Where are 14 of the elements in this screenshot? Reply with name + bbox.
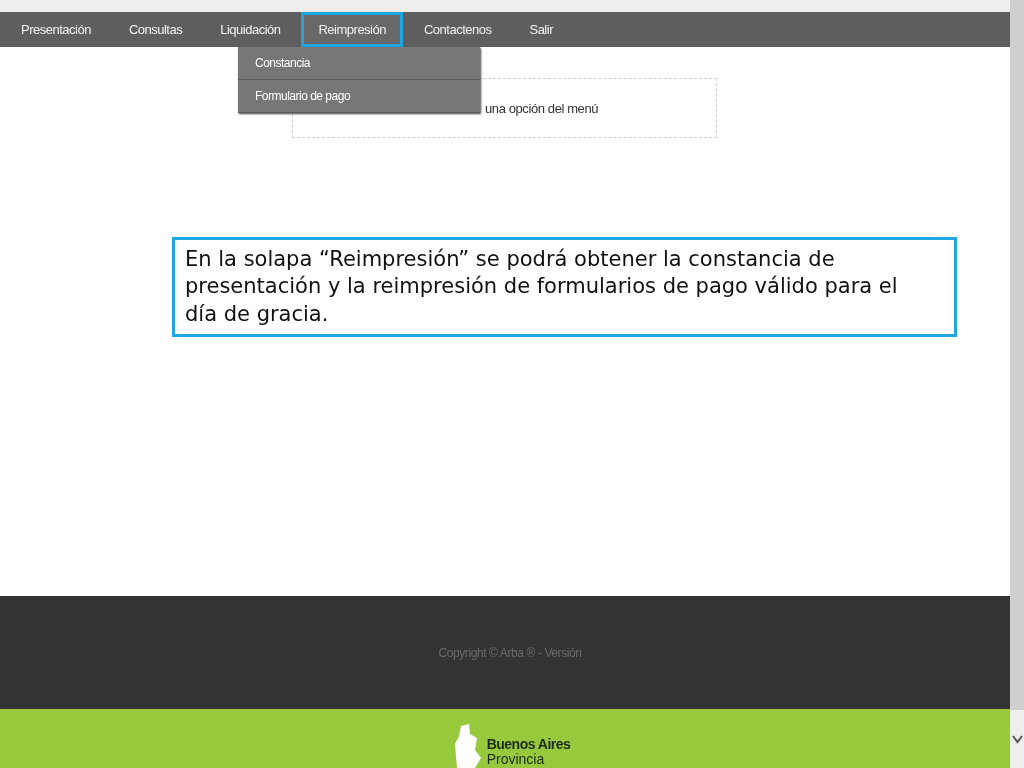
- province-map-icon: [454, 724, 481, 768]
- logo-title: Buenos Aires: [486, 737, 571, 752]
- chevron-down-icon[interactable]: [1011, 734, 1023, 744]
- logo-subtitle: Provincia: [486, 752, 546, 767]
- nav-tab[interactable]: Liquidación: [203, 12, 298, 47]
- dropdown-item[interactable]: Formulario de pago: [238, 80, 480, 113]
- dropdown-item[interactable]: Constancia: [238, 47, 480, 80]
- nav-tab[interactable]: Consultas: [111, 12, 200, 47]
- nav-tab[interactable]: Contactenos: [406, 12, 509, 47]
- callout-note: En la solapa “Reimpresión” se podrá obtener la constancia de presentación y la reimpresión de formularios de pago válido para el día de gracia.: [172, 237, 957, 337]
- nav-tab[interactable]: Presentación: [4, 12, 108, 47]
- nav-tab[interactable]: Salir: [512, 12, 570, 47]
- message-text: una opción del menú: [485, 100, 599, 116]
- nav-tab[interactable]: Reimpresión: [301, 12, 403, 47]
